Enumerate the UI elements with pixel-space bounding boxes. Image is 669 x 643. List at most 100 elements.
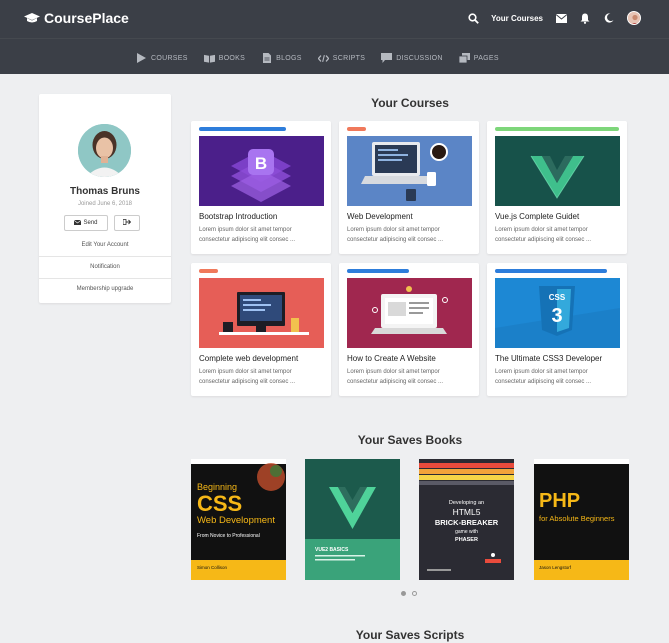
carousel-dot[interactable] — [412, 591, 417, 596]
books-section-title: Your Saves Books — [357, 433, 463, 447]
course-progress-bar — [495, 127, 619, 131]
book-title-line: Developing an — [449, 500, 484, 506]
course-card[interactable]: How to Create A Website Lorem ipsum dolo… — [339, 263, 479, 396]
nav-pages-label: PAGES — [473, 54, 499, 62]
membership-upgrade-link[interactable]: Membership upgrade — [39, 286, 171, 292]
code-icon — [317, 53, 329, 63]
send-button-label: Send — [83, 220, 98, 226]
send-button[interactable]: Send — [64, 215, 108, 231]
sign-out-icon — [122, 219, 132, 227]
course-description: Lorem ipsum dolor sit amet tempor consect… — [495, 227, 592, 243]
course-progress-bar — [347, 269, 409, 273]
course-progress-bar — [199, 269, 218, 273]
logout-button[interactable] — [114, 215, 140, 231]
scripts-section-title: Your Saves Scripts — [355, 628, 465, 642]
book-subtitle: From Novice to Professional — [197, 533, 260, 539]
course-description: Lorem ipsum dolor sit amet tempor consect… — [199, 227, 296, 243]
course-description: Lorem ipsum dolor sit amet tempor consect… — [495, 369, 592, 385]
book-icon — [203, 53, 215, 63]
brand-name: CoursePlace — [44, 10, 129, 26]
envelope-icon[interactable] — [555, 12, 567, 24]
course-thumbnail — [347, 136, 472, 206]
book-cover[interactable]: Developing an HTML5 BRICK-BREAKER game w… — [419, 459, 514, 580]
top-actions: Your Courses — [467, 11, 641, 25]
comment-icon — [381, 53, 393, 63]
course-card[interactable]: B Bootstrap Introduction Lorem ipsum dol… — [191, 121, 331, 254]
profile-avatar — [78, 124, 131, 177]
nav-books-label: BOOKS — [218, 54, 246, 62]
user-avatar[interactable] — [627, 11, 641, 25]
nav-scripts[interactable]: SCRIPTS — [317, 53, 366, 63]
book-title-line: HTML5 — [453, 507, 481, 517]
book-title-line: VUE2 BASICS — [315, 547, 349, 553]
profile-name: Thomas Bruns — [69, 186, 140, 197]
course-description: Lorem ipsum dolor sit amet tempor consect… — [347, 369, 444, 385]
search-icon[interactable] — [467, 12, 479, 24]
carousel-dot-active[interactable] — [401, 591, 406, 596]
nav-blogs[interactable]: BLOGS — [261, 53, 302, 63]
nav-discussion[interactable]: DISCUSSION — [381, 53, 443, 63]
course-progress-bar — [347, 127, 366, 131]
course-title: Vue.js Complete Guidet — [495, 212, 580, 221]
copy-icon — [458, 53, 470, 63]
course-title: Complete web development — [199, 354, 299, 363]
book-title-line: PHP — [539, 490, 580, 512]
book-title-line: BRICK-BREAKER — [435, 518, 499, 527]
play-icon — [136, 53, 147, 63]
nav-pages[interactable]: PAGES — [458, 53, 499, 63]
divider — [39, 256, 171, 257]
svg-text:CSS: CSS — [549, 293, 566, 302]
graduation-cap-icon — [24, 12, 40, 24]
course-card[interactable]: Vue.js Complete Guidet Lorem ipsum dolor… — [487, 121, 627, 254]
book-title-line: CSS — [197, 491, 242, 516]
course-thumbnail: B — [199, 136, 324, 206]
course-thumbnail — [495, 136, 620, 206]
course-card[interactable]: CSS 3 The Ultimate CSS3 Developer Lorem … — [487, 263, 627, 396]
nav-courses-label: COURSES — [151, 54, 188, 62]
envelope-icon — [74, 219, 82, 227]
course-description: Lorem ipsum dolor sit amet tempor consect… — [347, 227, 444, 243]
book-author: Jason Lengstorf — [539, 565, 572, 570]
book-title-line: Web Development — [197, 515, 275, 526]
main-nav: COURSES BOOKS BLOGS SCRIPTS DISCUSSION P… — [0, 38, 669, 74]
book-title-line: for Absolute Beginners — [539, 514, 615, 523]
course-card[interactable]: Web Development Lorem ipsum dolor sit am… — [339, 121, 479, 254]
profile-joined-date: Joined June 6, 2018 — [77, 201, 133, 207]
course-title: Bootstrap Introduction — [199, 212, 278, 221]
book-cover[interactable]: VUE2 BASICS — [305, 459, 400, 580]
course-progress-bar — [495, 269, 607, 273]
nav-discussion-label: DISCUSSION — [396, 54, 443, 62]
nav-scripts-label: SCRIPTS — [332, 54, 366, 62]
svg-text:3: 3 — [551, 305, 562, 327]
notification-link[interactable]: Notification — [39, 264, 171, 270]
course-title: Web Development — [347, 212, 413, 221]
course-thumbnail — [347, 278, 472, 348]
course-thumbnail: CSS 3 — [495, 278, 620, 348]
your-courses-link[interactable]: Your Courses — [491, 14, 543, 23]
book-title-line: game with — [455, 529, 478, 535]
nav-blogs-label: BLOGS — [276, 54, 302, 62]
edit-account-link[interactable]: Edit Your Account — [39, 242, 171, 248]
course-card[interactable]: Complete web development Lorem ipsum dol… — [191, 263, 331, 396]
course-thumbnail — [199, 278, 324, 348]
courses-section-title: Your Courses — [371, 96, 449, 110]
course-title: The Ultimate CSS3 Developer — [495, 354, 603, 363]
book-cover[interactable]: PHP for Absolute Beginners Jason Lengsto… — [534, 459, 629, 580]
book-cover[interactable]: Beginning CSS Web Development From Novic… — [191, 459, 286, 580]
nav-books[interactable]: BOOKS — [203, 53, 246, 63]
divider — [39, 278, 171, 279]
brand-logo[interactable]: CoursePlace — [24, 10, 129, 26]
course-description: Lorem ipsum dolor sit amet tempor consect… — [199, 369, 296, 385]
moon-icon[interactable] — [603, 12, 615, 24]
book-author: Simon Collison — [197, 565, 228, 570]
top-bar: CoursePlace Your Courses — [0, 0, 669, 38]
profile-card: Thomas Bruns Joined June 6, 2018 Send Ed… — [39, 94, 171, 303]
svg-text:B: B — [255, 154, 267, 173]
book-title-line: PHASER — [455, 537, 478, 543]
nav-courses[interactable]: COURSES — [136, 53, 188, 63]
file-icon — [261, 53, 272, 63]
course-progress-bar — [199, 127, 286, 131]
bell-icon[interactable] — [579, 12, 591, 24]
carousel-pagination — [401, 591, 417, 596]
course-title: How to Create A Website — [347, 354, 436, 363]
